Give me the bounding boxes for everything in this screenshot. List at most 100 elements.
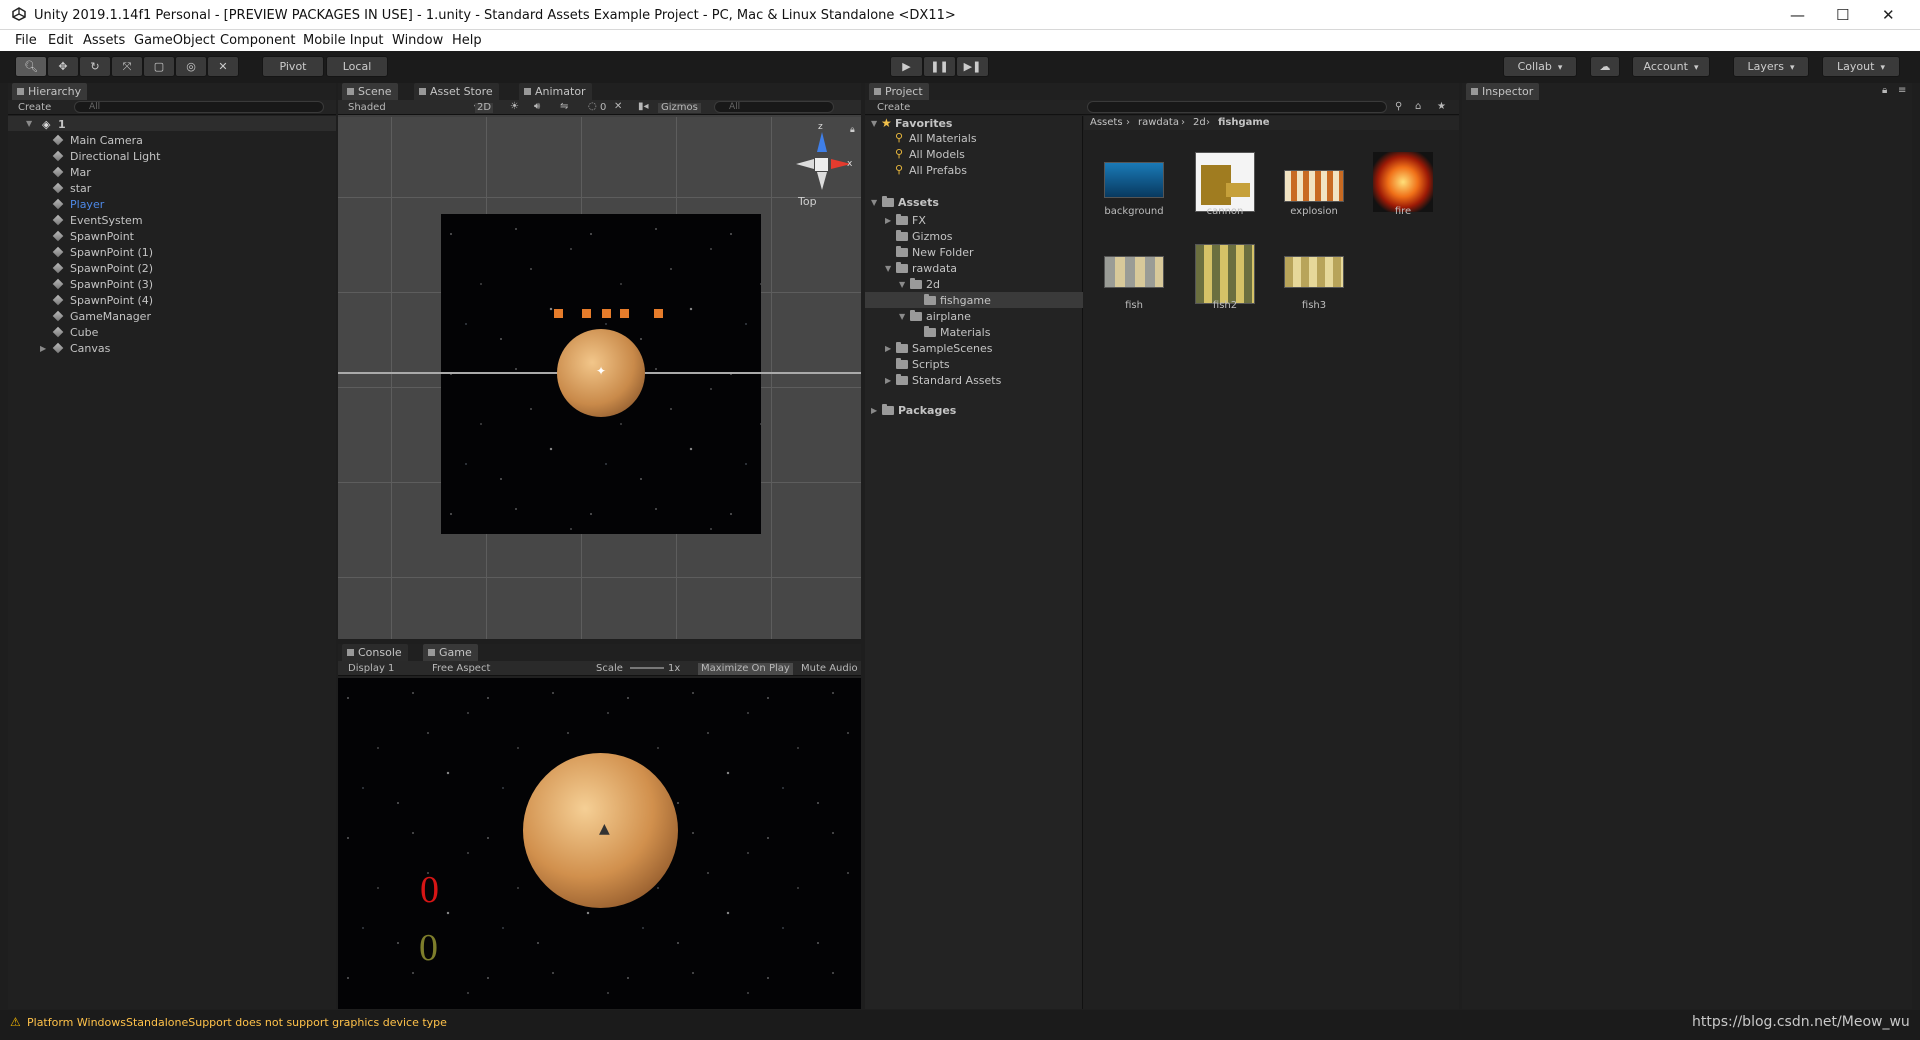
orientation-gizmo[interactable]: z x Top 🔒︎ bbox=[778, 122, 858, 208]
packages-heading[interactable]: Packages bbox=[898, 405, 956, 416]
hierarchy-item[interactable]: SpawnPoint (1) bbox=[8, 244, 336, 260]
asset-thumb-fish[interactable] bbox=[1104, 256, 1164, 288]
close-button[interactable]: ✕ bbox=[1882, 6, 1895, 24]
folder-tree-item[interactable]: Materials bbox=[865, 324, 1083, 340]
hierarchy-item[interactable]: SpawnPoint bbox=[8, 228, 336, 244]
spawn-point-marker[interactable] bbox=[654, 309, 663, 318]
rect-tool-button[interactable]: ▢ bbox=[143, 56, 175, 77]
folder-tree-item[interactable]: ▶ Standard Assets bbox=[865, 372, 1083, 388]
menu-component[interactable]: Component bbox=[220, 33, 295, 48]
shading-mode-dropdown[interactable]: Shaded bbox=[348, 103, 386, 113]
gizmo-lock-icon[interactable]: 🔒︎ bbox=[850, 125, 855, 135]
menu-edit[interactable]: Edit bbox=[48, 33, 73, 48]
favorites-arrow-icon[interactable]: ▼ bbox=[871, 119, 877, 128]
minimize-button[interactable]: — bbox=[1790, 6, 1805, 24]
tab-animator[interactable]: Animator bbox=[519, 83, 592, 100]
search-by-type-icon[interactable]: ⚲ bbox=[1395, 102, 1402, 112]
audio-toggle-icon[interactable]: 🔊︎ bbox=[534, 102, 540, 112]
hierarchy-item[interactable]: EventSystem bbox=[8, 212, 336, 228]
asset-thumb-background[interactable] bbox=[1104, 162, 1164, 198]
hand-tool-button[interactable]: 🔍︎ bbox=[15, 56, 47, 77]
asset-thumb-fish2[interactable] bbox=[1195, 244, 1255, 304]
layers-dropdown[interactable]: Layers bbox=[1733, 56, 1809, 77]
project-search-input[interactable] bbox=[1087, 101, 1387, 113]
2d-toggle[interactable]: 2D bbox=[475, 103, 494, 113]
rotate-tool-button[interactable]: ↻ bbox=[79, 56, 111, 77]
scene-search-input[interactable]: All bbox=[714, 101, 834, 113]
hierarchy-item[interactable]: Cube bbox=[8, 324, 336, 340]
custom-tool-button[interactable]: ✕ bbox=[207, 56, 239, 77]
gizmo-neg-x-arrow[interactable] bbox=[796, 159, 814, 169]
folder-tree-item[interactable]: ▼ 2d bbox=[865, 276, 1083, 292]
transform-tool-button[interactable]: ◎ bbox=[175, 56, 207, 77]
gizmo-center-cube[interactable] bbox=[815, 158, 828, 171]
breadcrumb-item[interactable]: rawdata bbox=[1138, 118, 1179, 128]
menu-gameobject[interactable]: GameObject bbox=[134, 33, 215, 48]
packages-arrow-icon[interactable]: ▶ bbox=[871, 406, 877, 415]
tab-game[interactable]: Game bbox=[423, 644, 478, 661]
folder-tree-item[interactable]: ▶ FX bbox=[865, 212, 1083, 228]
assets-heading[interactable]: Assets bbox=[898, 197, 939, 208]
account-dropdown[interactable]: Account bbox=[1632, 56, 1710, 77]
assets-arrow-icon[interactable]: ▼ bbox=[871, 198, 877, 207]
asset-thumb-cannon[interactable] bbox=[1195, 152, 1255, 212]
spawn-point-marker[interactable] bbox=[554, 309, 563, 318]
tab-hierarchy[interactable]: Hierarchy bbox=[12, 83, 88, 100]
menu-file[interactable]: File bbox=[15, 33, 37, 48]
hierarchy-item[interactable]: star bbox=[8, 180, 336, 196]
scene-root-row[interactable]: ▼ ◈ 1 bbox=[8, 116, 336, 131]
step-button[interactable]: ▶❚ bbox=[956, 56, 989, 77]
tab-scene[interactable]: Scene bbox=[342, 83, 398, 100]
gizmo-neg-z-arrow[interactable] bbox=[817, 172, 827, 190]
maximize-button[interactable]: ☐ bbox=[1836, 6, 1849, 24]
gizmos-dropdown[interactable]: Gizmos bbox=[658, 103, 701, 113]
spawn-point-marker[interactable] bbox=[582, 309, 591, 318]
hierarchy-search-input[interactable]: All bbox=[74, 101, 324, 113]
asset-thumb-fire[interactable] bbox=[1373, 152, 1433, 212]
status-message[interactable]: Platform WindowsStandaloneSupport does n… bbox=[27, 1016, 447, 1029]
breadcrumb-item[interactable]: 2d bbox=[1193, 118, 1206, 128]
project-create-dropdown[interactable]: Create bbox=[877, 103, 910, 113]
camera-settings-icon[interactable]: ▮◂ bbox=[638, 102, 649, 112]
tab-inspector[interactable]: Inspector bbox=[1466, 83, 1540, 100]
folder-tree-item[interactable]: Gizmos bbox=[865, 228, 1083, 244]
menu-window[interactable]: Window bbox=[392, 33, 443, 48]
hierarchy-item[interactable]: Main Camera bbox=[8, 132, 336, 148]
play-button[interactable]: ▶ bbox=[890, 56, 923, 77]
spawn-point-marker[interactable] bbox=[620, 309, 629, 318]
layout-dropdown[interactable]: Layout bbox=[1822, 56, 1900, 77]
favorites-heading[interactable]: Favorites bbox=[895, 118, 952, 129]
favorite-item[interactable]: ⚲ All Materials bbox=[865, 131, 1083, 147]
hierarchy-item[interactable]: ▶ Canvas bbox=[8, 340, 336, 356]
scale-slider[interactable] bbox=[630, 667, 664, 669]
hierarchy-item[interactable]: SpawnPoint (4) bbox=[8, 292, 336, 308]
move-tool-button[interactable]: ✥ bbox=[47, 56, 79, 77]
display-dropdown[interactable]: Display 1 bbox=[348, 664, 394, 674]
tab-console[interactable]: Console bbox=[342, 644, 408, 661]
hierarchy-item[interactable]: SpawnPoint (3) bbox=[8, 276, 336, 292]
gizmo-z-arrow[interactable] bbox=[817, 132, 827, 152]
hierarchy-item[interactable]: SpawnPoint (2) bbox=[8, 260, 336, 276]
asset-thumb-explosion[interactable] bbox=[1284, 170, 1344, 202]
menu-assets[interactable]: Assets bbox=[83, 33, 125, 48]
cloud-button[interactable]: ☁ bbox=[1590, 56, 1620, 77]
asset-thumb-fish3[interactable] bbox=[1284, 256, 1344, 288]
hierarchy-item[interactable]: Mar bbox=[8, 164, 336, 180]
pause-button[interactable]: ❚❚ bbox=[923, 56, 956, 77]
folder-tree-item[interactable]: ▶ SampleScenes bbox=[865, 340, 1083, 356]
game-view[interactable]: ▲ 0 0 bbox=[338, 678, 861, 1009]
effects-toggle-icon[interactable]: ⇋ bbox=[560, 102, 568, 112]
maximize-on-play-toggle[interactable]: Maximize On Play bbox=[698, 663, 793, 675]
folder-expand-arrow-icon[interactable]: ▼ bbox=[899, 280, 905, 289]
breadcrumb-current[interactable]: fishgame bbox=[1218, 118, 1270, 128]
mute-audio-toggle[interactable]: Mute Audio bbox=[801, 664, 858, 674]
expand-arrow-icon[interactable]: ▶ bbox=[40, 344, 46, 353]
favorite-item[interactable]: ⚲ All Prefabs bbox=[865, 163, 1083, 179]
folder-expand-arrow-icon[interactable]: ▶ bbox=[885, 344, 891, 353]
breadcrumb-item[interactable]: Assets bbox=[1090, 118, 1123, 128]
folder-tree-item[interactable]: New Folder bbox=[865, 244, 1083, 260]
folder-expand-arrow-icon[interactable]: ▶ bbox=[885, 216, 891, 225]
favorites-star-icon[interactable]: ★ bbox=[1437, 102, 1446, 112]
local-toggle[interactable]: Local bbox=[326, 56, 388, 77]
folder-tree-item[interactable]: Scripts bbox=[865, 356, 1083, 372]
